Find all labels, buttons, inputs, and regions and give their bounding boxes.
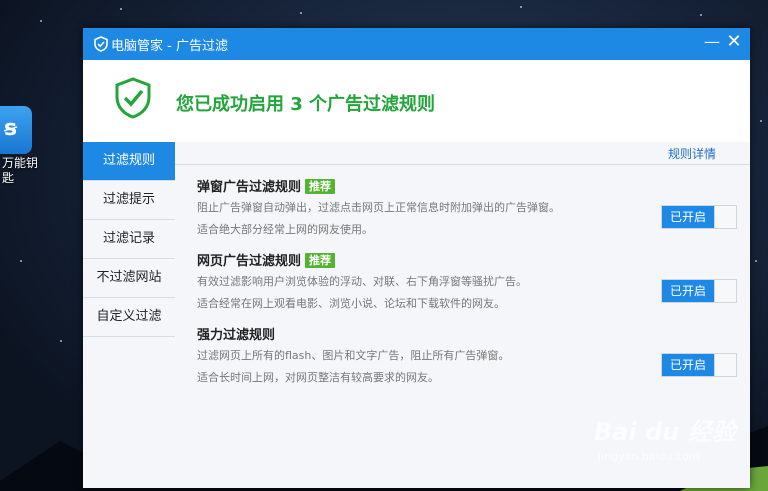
rules-header: 规则详情 <box>175 142 750 165</box>
watermark-url: jingyan.baidu.com <box>598 450 700 463</box>
toggle-knob <box>714 280 736 302</box>
title-bar[interactable]: 电脑管家 - 广告过滤 — ✕ <box>83 28 750 60</box>
close-button[interactable]: ✕ <box>724 32 744 52</box>
toggle-knob <box>714 354 736 376</box>
sidebar-item-filter-tips[interactable]: 过滤提示 <box>83 181 175 220</box>
rule-name: 强力过滤规则 <box>197 324 737 343</box>
rule-toggle-popup-ad[interactable]: 已开启 <box>661 205 737 229</box>
watermark-brand: Bai du 经验 <box>594 418 736 446</box>
rule-name: 弹窗广告过滤规则 推荐 <box>197 176 737 195</box>
toggle-label: 已开启 <box>662 280 714 302</box>
rule-toggle-strong-filter[interactable]: 已开启 <box>661 353 737 377</box>
desktop-shortcut-label: 万能钥匙 <box>2 156 39 185</box>
toggle-label: 已开启 <box>662 206 714 228</box>
status-message: 您已成功启用 3 个广告过滤规则 <box>176 94 436 115</box>
rule-description: 有效过滤影响用户浏览体验的浮动、对联、右下角浮窗等骚扰广告。 <box>197 275 527 288</box>
rule-details-link[interactable]: 规则详情 <box>668 145 716 162</box>
rule-description: 阻止广告弹窗自动弹出，过滤点击网页上正常信息时附加弹出的广告弹窗。 <box>197 201 560 214</box>
recommended-badge: 推荐 <box>305 253 336 268</box>
rule-name: 网页广告过滤规则 推荐 <box>197 250 737 269</box>
sidebar-item-whitelist[interactable]: 不过滤网站 <box>83 259 175 298</box>
recommended-badge: 推荐 <box>305 179 336 194</box>
window-title: 电脑管家 - 广告过滤 <box>111 39 228 54</box>
sidebar-item-filter-rules[interactable]: 过滤规则 <box>83 142 175 181</box>
toggle-label: 已开启 <box>662 354 714 376</box>
rule-audience: 适合绝大部分经常上网的网友使用。 <box>197 223 373 236</box>
rule-audience: 适合长时间上网，对网页整洁有较高要求的网友。 <box>197 371 439 384</box>
wifi-key-icon: ꞩ <box>0 106 32 154</box>
toggle-knob <box>714 206 736 228</box>
rule-title: 强力过滤规则 <box>197 328 276 343</box>
sidebar-item-filter-log[interactable]: 过滤记录 <box>83 220 175 259</box>
rule-description: 过滤网页上所有的flash、图片和文字广告，阻止所有广告弹窗。 <box>197 349 510 362</box>
rule-title: 弹窗广告过滤规则 <box>197 180 302 195</box>
shield-check-icon <box>115 77 151 119</box>
rule-title: 网页广告过滤规则 <box>197 254 302 269</box>
minimize-button[interactable]: — <box>702 32 722 52</box>
baidu-watermark: Bai du 经验 jingyan.baidu.com <box>588 412 758 472</box>
rule-toggle-webpage-ad[interactable]: 已开启 <box>661 279 737 303</box>
rule-audience: 适合经常在网上观看电影、浏览小说、论坛和下载软件的网友。 <box>197 297 505 310</box>
rule-popup-ad: 弹窗广告过滤规则 推荐 阻止广告弹窗自动弹出，过滤点击网页上正常信息时附加弹出的广… <box>197 176 737 236</box>
app-logo-icon <box>94 36 108 52</box>
status-banner: 您已成功启用 3 个广告过滤规则 <box>83 60 750 143</box>
sidebar-item-custom-filter[interactable]: 自定义过滤 <box>83 298 175 337</box>
sidebar: 过滤规则 过滤提示 过滤记录 不过滤网站 自定义过滤 <box>83 142 176 488</box>
rule-webpage-ad: 网页广告过滤规则 推荐 有效过滤影响用户浏览体验的浮动、对联、右下角浮窗等骚扰广告… <box>197 250 737 310</box>
rule-strong-filter: 强力过滤规则 过滤网页上所有的flash、图片和文字广告，阻止所有广告弹窗。 适… <box>197 324 737 384</box>
